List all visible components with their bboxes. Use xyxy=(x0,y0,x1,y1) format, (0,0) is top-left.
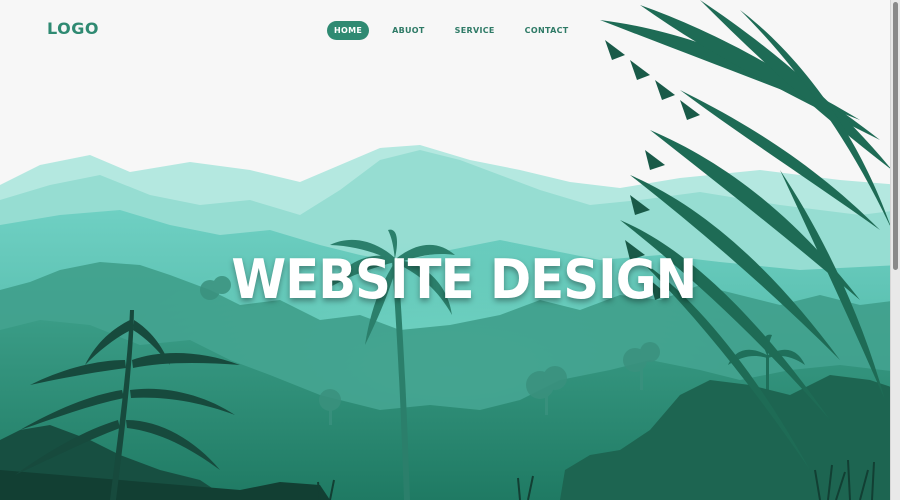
logo[interactable]: LOGO xyxy=(47,19,99,38)
header: LOGO HOME ABUOT SERVICE CONTACT xyxy=(0,0,900,60)
hero-title: WEBSITE DESIGN xyxy=(231,248,697,311)
vertical-scrollbar[interactable] xyxy=(890,0,900,500)
nav-item-about[interactable]: ABUOT xyxy=(385,21,432,40)
landing-page: LOGO HOME ABUOT SERVICE CONTACT WEBSITE … xyxy=(0,0,900,500)
nav-item-service[interactable]: SERVICE xyxy=(448,21,502,40)
nav-item-contact[interactable]: CONTACT xyxy=(518,21,576,40)
main-nav: HOME ABUOT SERVICE CONTACT xyxy=(327,20,576,40)
scrollbar-thumb[interactable] xyxy=(893,2,898,270)
nav-item-home[interactable]: HOME xyxy=(327,20,370,40)
